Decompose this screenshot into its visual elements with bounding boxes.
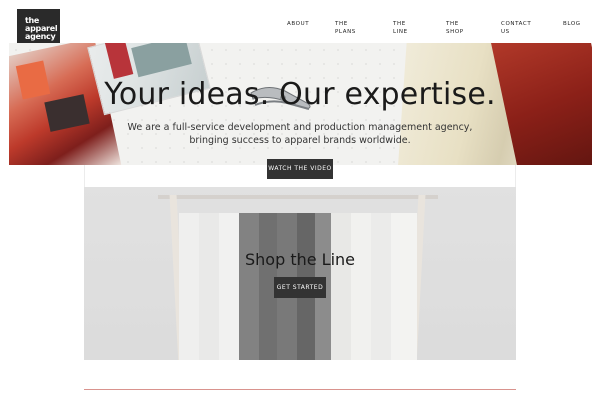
nav-the-plans-label-1: THE [335, 21, 348, 27]
nav-the-shop[interactable]: THE SHOP [446, 20, 464, 40]
section-divider [84, 165, 516, 187]
nav-about-label: ABOUT [287, 21, 310, 27]
shop-title: Shop the Line [244, 250, 355, 269]
nav-the-line[interactable]: THE LINE [393, 20, 408, 40]
logo-line-3: agency [25, 32, 56, 41]
nav-contact-us[interactable]: CONTACT US [501, 20, 531, 40]
accent-divider [84, 389, 516, 390]
nav-the-plans-label-2: PLANS [335, 29, 356, 35]
nav-the-shop-label-1: THE [446, 21, 459, 27]
nav-the-line-label-1: THE [393, 21, 406, 27]
nav-the-shop-label-2: SHOP [446, 29, 464, 35]
nav-contact-us-label-2: US [501, 29, 510, 35]
shop-banner-overlay [84, 187, 516, 360]
hero-subtitle-line-2: bringing success to apparel brands world… [189, 135, 411, 146]
hero-title: Your ideas. Our expertise. [104, 77, 496, 112]
hero-subtitle: We are a full-service development and pr… [0, 121, 600, 147]
nav-contact-us-label-1: CONTACT [501, 21, 532, 27]
get-started-button[interactable]: GET STARTED [274, 277, 326, 298]
nav-about[interactable]: ABOUT [287, 20, 309, 40]
nav-the-plans[interactable]: THE PLANS [335, 20, 356, 40]
nav-blog[interactable]: BLOG [563, 20, 581, 40]
hero-subtitle-line-1: We are a full-service development and pr… [127, 122, 473, 133]
nav-blog-label: BLOG [563, 21, 581, 27]
nav-the-line-label-2: LINE [393, 29, 408, 35]
shop-banner[interactable] [84, 187, 516, 360]
